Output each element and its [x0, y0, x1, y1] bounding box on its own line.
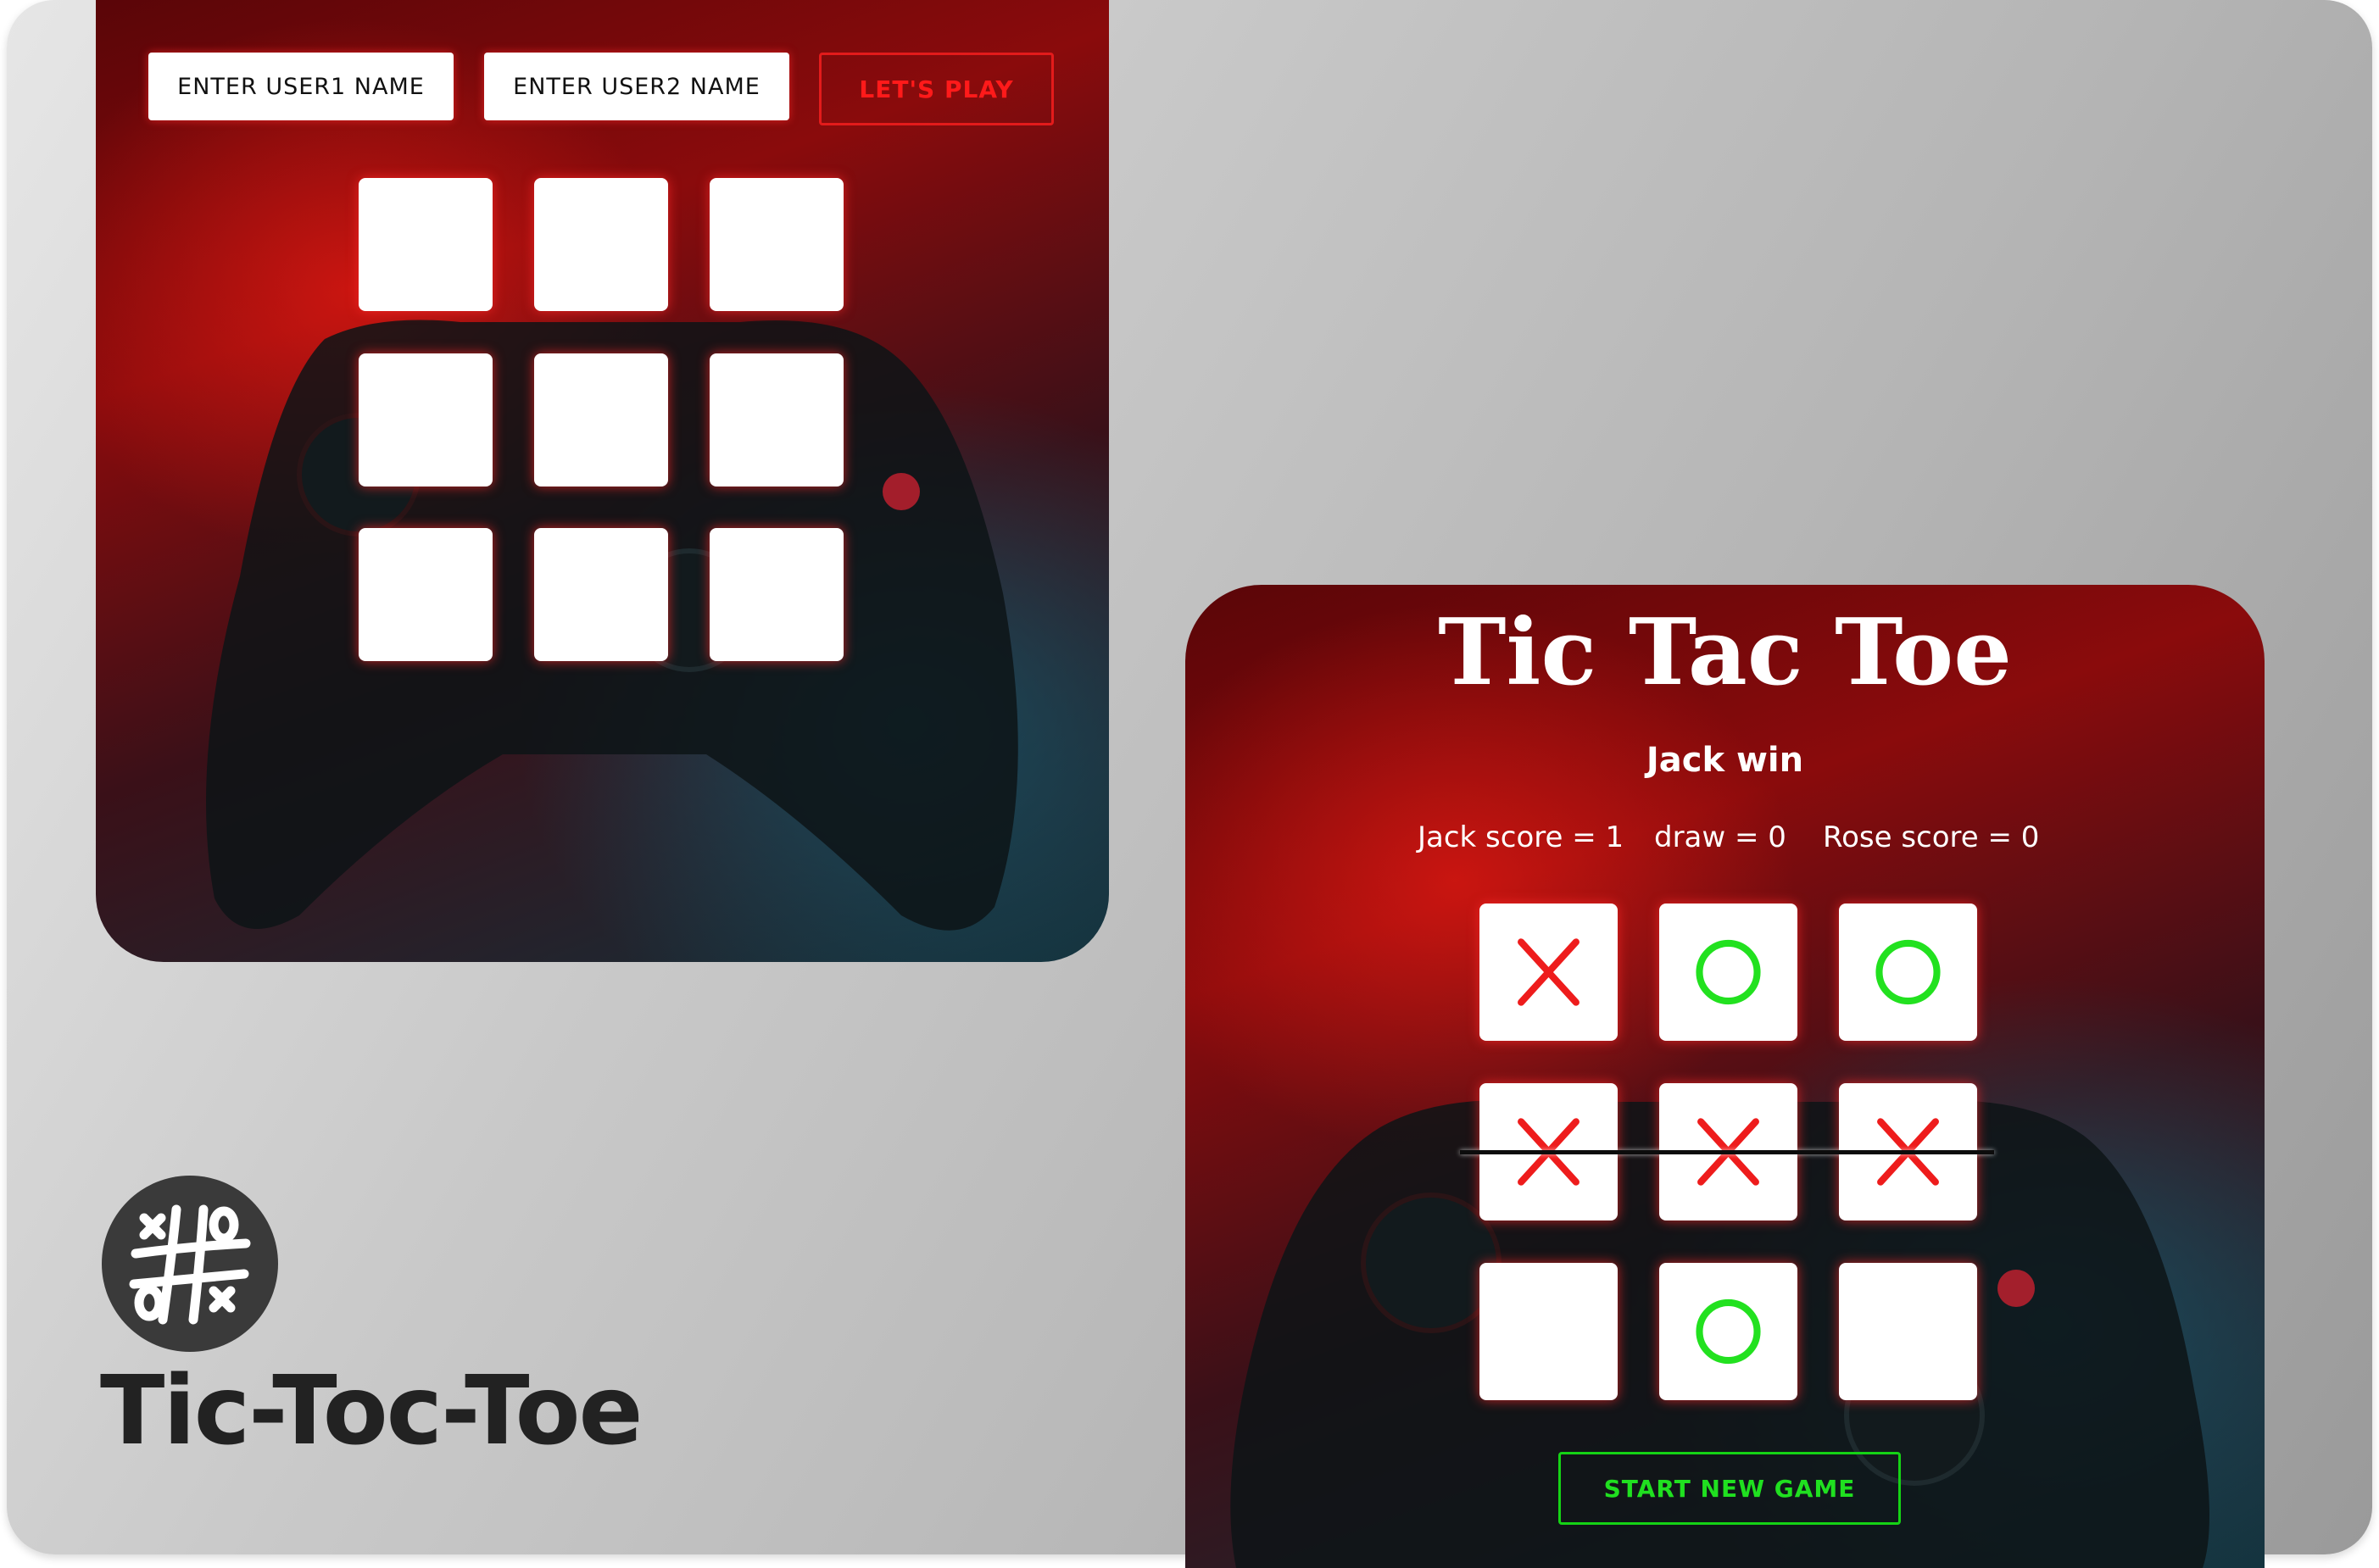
game-cell[interactable]	[1839, 904, 1977, 1041]
setup-cell[interactable]	[534, 528, 668, 661]
setup-cell[interactable]	[359, 178, 493, 311]
game-cell[interactable]	[1659, 1263, 1797, 1400]
game-title: Tic Tac Toe	[1438, 599, 2012, 706]
setup-cell[interactable]	[710, 178, 844, 311]
game-cell[interactable]	[1659, 904, 1797, 1041]
setup-cell[interactable]	[710, 528, 844, 661]
player1-score: Jack score = 1	[1418, 820, 1624, 854]
setup-cell[interactable]	[359, 353, 493, 487]
setup-cell[interactable]	[534, 353, 668, 487]
player2-score: Rose score = 0	[1823, 820, 2040, 854]
setup-cell[interactable]	[359, 528, 493, 661]
game-cell[interactable]	[1479, 1263, 1618, 1400]
user1-name-input[interactable]	[148, 53, 454, 120]
game-controller-background	[1230, 1100, 2209, 1568]
o-mark-icon	[1696, 939, 1761, 1005]
lets-play-button[interactable]: LET'S PLAY	[819, 53, 1054, 125]
game-screen	[1185, 585, 2265, 1568]
o-mark-icon	[1696, 1298, 1761, 1365]
o-mark-icon	[1875, 939, 1941, 1005]
x-mark-icon	[1518, 938, 1580, 1006]
game-cell[interactable]	[1479, 904, 1618, 1041]
game-cell[interactable]	[1839, 1263, 1977, 1400]
tic-tac-toe-logo-icon	[102, 1176, 278, 1352]
setup-cell[interactable]	[534, 178, 668, 311]
start-new-game-button[interactable]: START NEW GAME	[1558, 1452, 1901, 1525]
brand-name: Tic-Toc-Toe	[100, 1356, 644, 1466]
setup-cell[interactable]	[710, 353, 844, 487]
draw-score: draw = 0	[1654, 820, 1786, 854]
game-status: Jack win	[1646, 741, 1804, 780]
user2-name-input[interactable]	[484, 53, 789, 120]
winning-line	[1460, 1150, 1994, 1154]
